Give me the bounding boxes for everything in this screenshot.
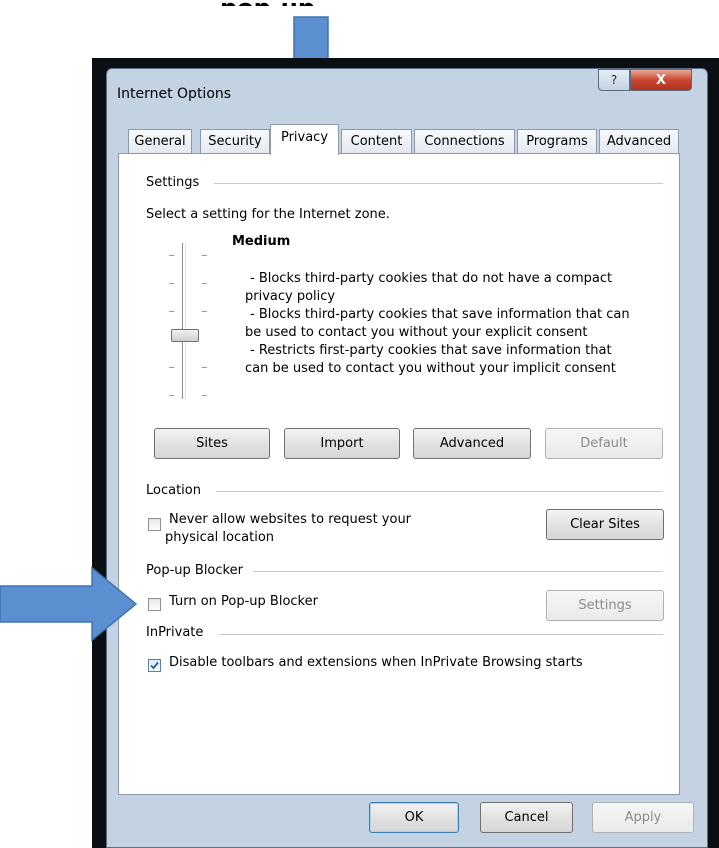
inprivate-divider bbox=[219, 634, 663, 635]
privacy-slider-thumb[interactable] bbox=[171, 329, 199, 342]
settings-divider bbox=[214, 183, 663, 184]
tab-content[interactable]: Content bbox=[341, 129, 412, 154]
policy-line: privacy policy bbox=[245, 289, 336, 304]
slider-tick bbox=[169, 311, 174, 312]
advanced-button[interactable]: Advanced bbox=[413, 428, 531, 459]
slider-tick bbox=[202, 255, 207, 256]
disable-toolbars-label: Disable toolbars and extensions when InP… bbox=[169, 655, 583, 670]
dialog-title: Internet Options bbox=[117, 86, 232, 102]
policy-line: - Blocks third-party cookies that save i… bbox=[250, 307, 630, 322]
help-button[interactable]: ? bbox=[598, 69, 630, 91]
tab-advanced[interactable]: Advanced bbox=[599, 129, 679, 154]
close-icon: X bbox=[655, 72, 667, 88]
slider-tick bbox=[169, 255, 174, 256]
slider-tick bbox=[202, 395, 207, 396]
tab-label: Content bbox=[350, 134, 403, 149]
privacy-panel bbox=[118, 153, 680, 795]
import-button[interactable]: Import bbox=[284, 428, 400, 459]
slider-tick bbox=[202, 367, 207, 368]
tab-label: General bbox=[134, 134, 186, 149]
sites-button[interactable]: Sites bbox=[154, 428, 270, 459]
policy-line: - Restricts first-party cookies that sav… bbox=[250, 343, 612, 358]
popup-settings-button[interactable]: Settings bbox=[546, 590, 664, 621]
tab-label: Connections bbox=[424, 134, 505, 149]
default-button[interactable]: Default bbox=[545, 428, 663, 459]
tab-connections[interactable]: Connections bbox=[414, 129, 515, 154]
popup-blocker-label: Turn on Pop-up Blocker bbox=[169, 594, 318, 609]
clear-sites-button[interactable]: Clear Sites bbox=[546, 509, 664, 540]
tab-label: Privacy bbox=[280, 130, 329, 145]
tab-security[interactable]: Security bbox=[200, 129, 270, 154]
settings-description: Select a setting for the Internet zone. bbox=[146, 207, 390, 222]
policy-line: - Blocks third-party cookies that do not… bbox=[250, 271, 613, 286]
help-icon: ? bbox=[610, 73, 618, 87]
slider-tick bbox=[169, 395, 174, 396]
location-heading: Location bbox=[146, 483, 207, 498]
tab-privacy[interactable]: Privacy bbox=[270, 124, 339, 155]
title-bar: Internet Options ? X bbox=[107, 69, 707, 109]
slider-tick bbox=[202, 283, 207, 284]
ok-button[interactable]: OK bbox=[369, 802, 459, 833]
popup-blocker-checkbox[interactable] bbox=[148, 598, 161, 611]
checkmark-icon bbox=[150, 661, 159, 670]
slider-tick bbox=[169, 367, 174, 368]
page-caption: pop-up bbox=[220, 0, 420, 6]
settings-heading: Settings bbox=[146, 175, 206, 190]
apply-button[interactable]: Apply bbox=[592, 802, 694, 833]
policy-line: be used to contact you without your expl… bbox=[245, 325, 588, 340]
left-arrow-annotation bbox=[0, 566, 138, 642]
cancel-button[interactable]: Cancel bbox=[480, 802, 573, 833]
tab-label: Programs bbox=[526, 134, 588, 149]
policy-line: can be used to contact you without your … bbox=[245, 361, 616, 376]
slider-tick bbox=[169, 283, 174, 284]
privacy-slider-track bbox=[182, 243, 186, 399]
tab-general[interactable]: General bbox=[128, 129, 192, 154]
inprivate-heading: InPrivate bbox=[146, 625, 210, 640]
privacy-level: Medium bbox=[232, 234, 291, 249]
never-allow-location-label-line2: physical location bbox=[165, 530, 275, 545]
location-divider bbox=[216, 491, 663, 492]
close-button[interactable]: X bbox=[630, 69, 692, 91]
popup-blocker-divider bbox=[254, 571, 663, 572]
disable-toolbars-checkbox[interactable] bbox=[148, 659, 161, 672]
tab-programs[interactable]: Programs bbox=[517, 129, 597, 154]
tab-label: Advanced bbox=[606, 134, 672, 149]
tab-label: Security bbox=[208, 134, 262, 149]
slider-tick bbox=[202, 311, 207, 312]
never-allow-location-checkbox[interactable] bbox=[148, 518, 161, 531]
never-allow-location-label: Never allow websites to request your bbox=[169, 512, 412, 527]
popup-blocker-heading: Pop-up Blocker bbox=[146, 563, 249, 578]
